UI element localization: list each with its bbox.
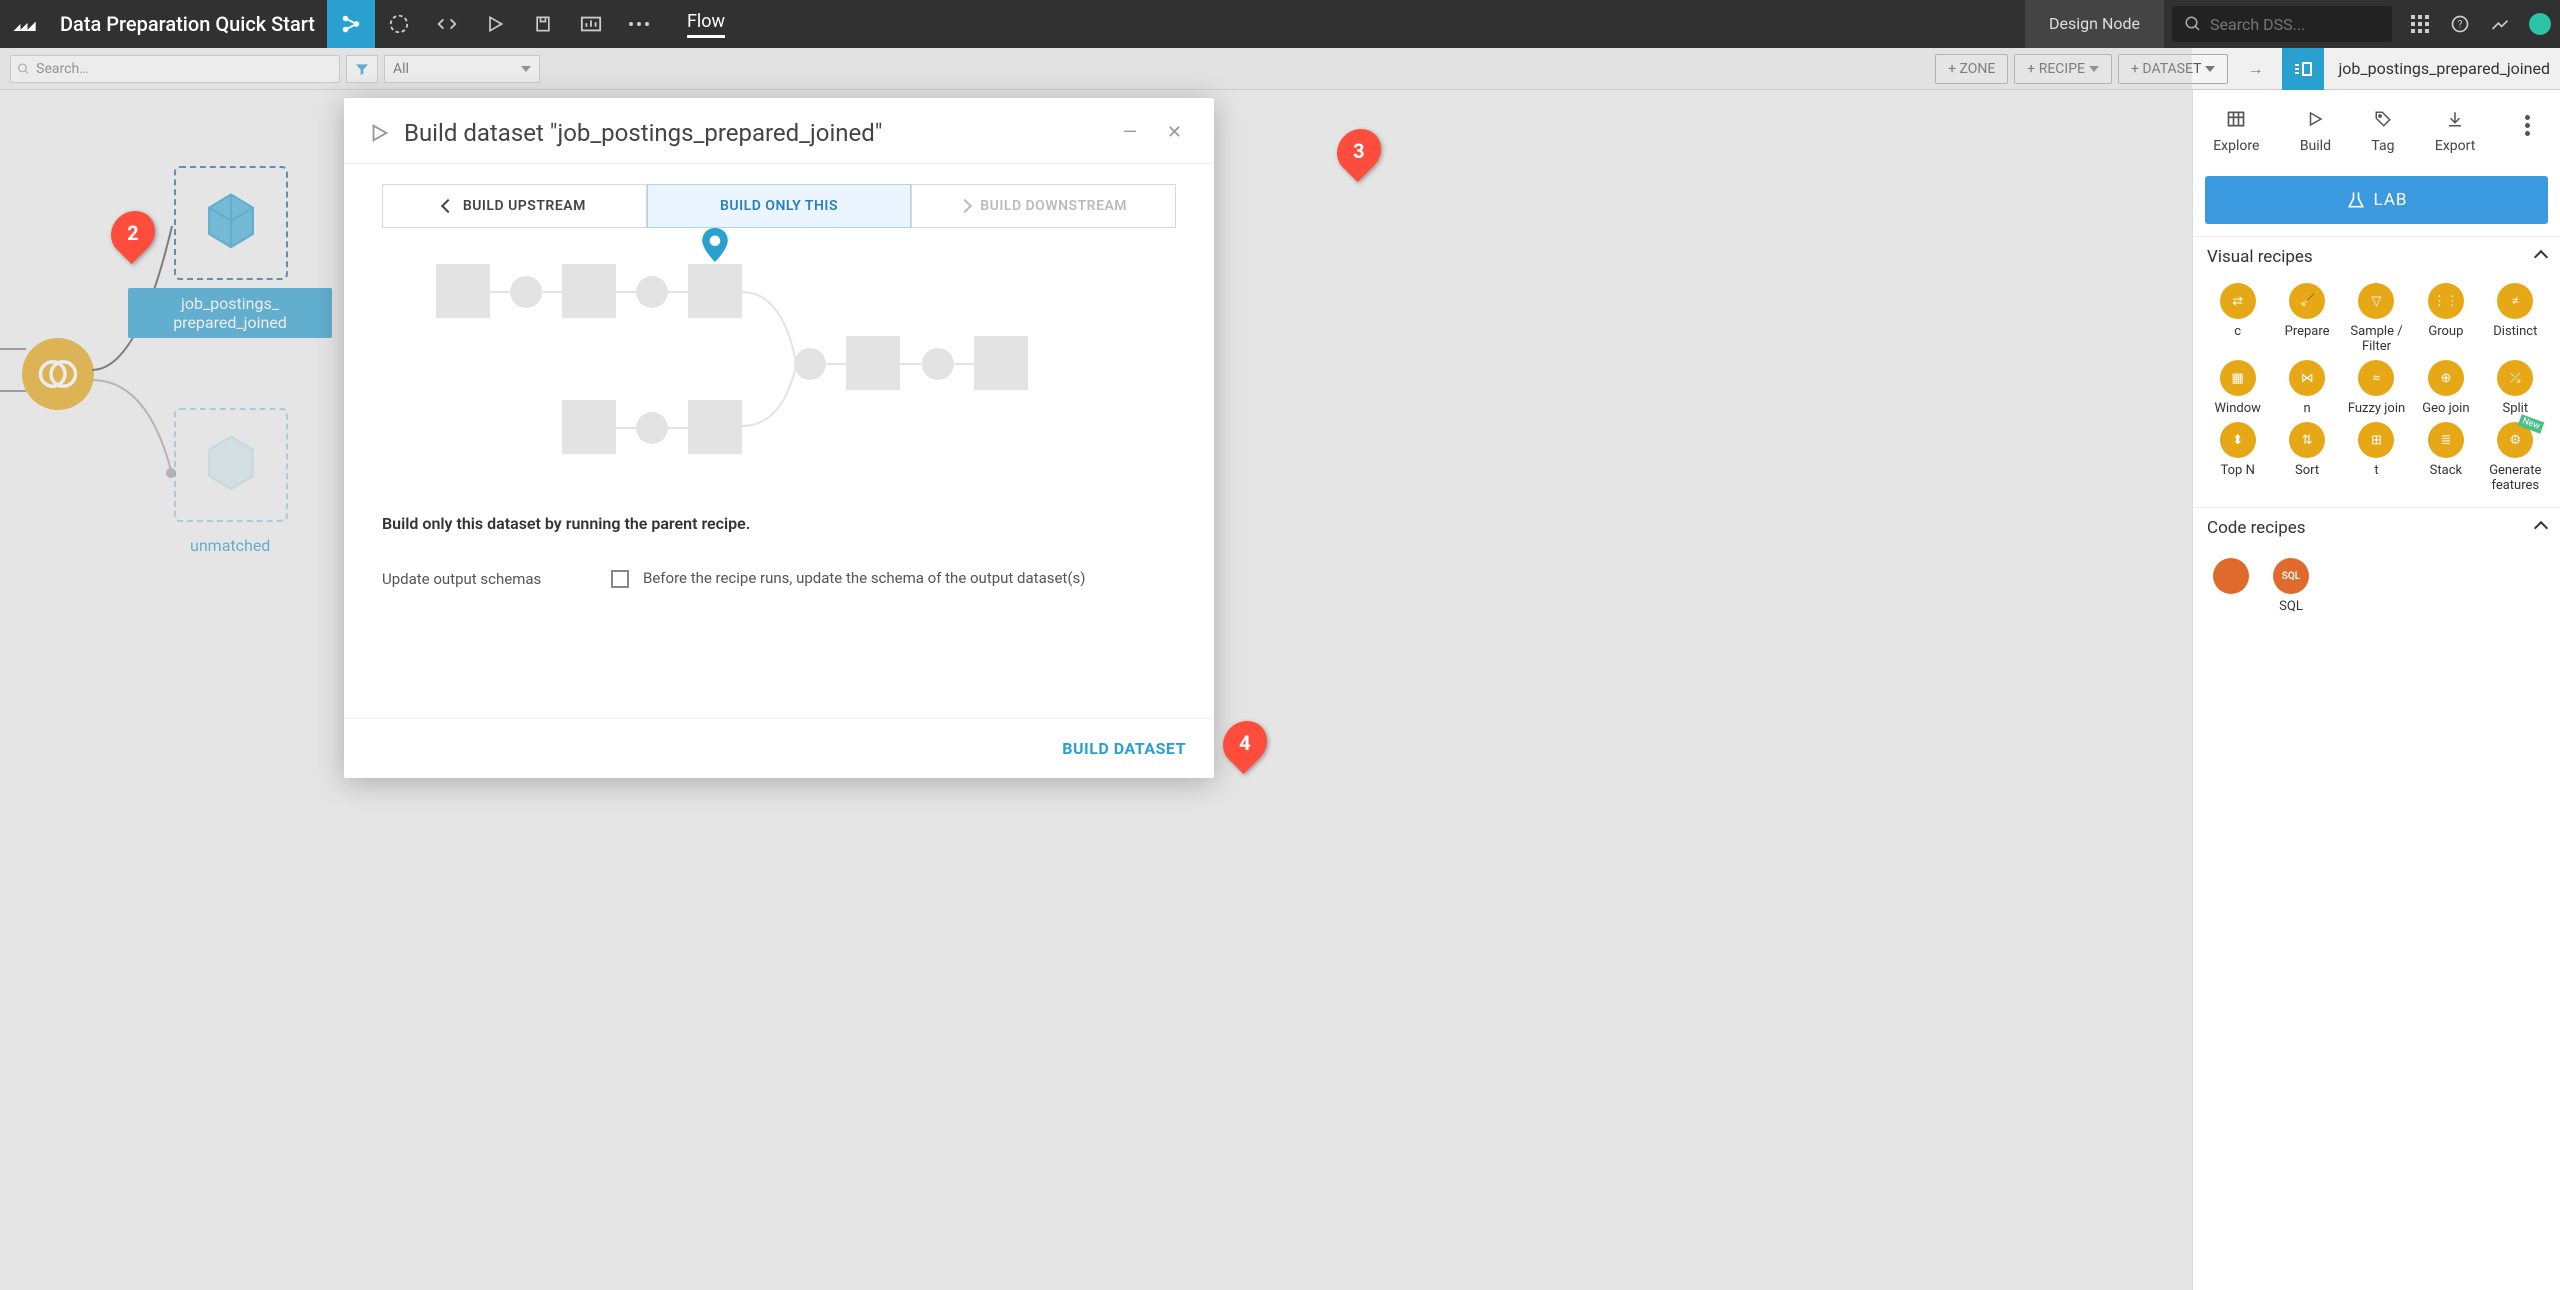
code-recipes-row: SQLSQL — [2193, 548, 2560, 624]
tab-build-upstream[interactable]: BUILD UPSTREAM — [382, 184, 647, 228]
help-icon[interactable]: ? — [2440, 4, 2480, 44]
tab-build-downstream[interactable]: BUILD DOWNSTREAM — [911, 184, 1176, 228]
more-actions[interactable] — [2516, 106, 2540, 144]
recipe-stack[interactable]: ≣Stack — [2411, 422, 2480, 493]
chevron-up-icon — [2534, 521, 2548, 535]
code-recipe-sql[interactable]: SQLSQL — [2273, 558, 2309, 614]
nav-flow-icon[interactable] — [327, 0, 375, 48]
play-icon — [368, 122, 390, 144]
code-recipes-header[interactable]: Code recipes — [2193, 507, 2560, 548]
recipe-group[interactable]: ⋮⋮Group — [2411, 283, 2480, 354]
expand-arrow-icon[interactable]: → — [2234, 48, 2276, 90]
visual-recipes-header[interactable]: Visual recipes — [2193, 236, 2560, 277]
download-icon — [2446, 110, 2464, 128]
explore-action[interactable]: Explore — [2213, 106, 2259, 154]
right-panel: Explore Build Tag Export LAB Visual reci… — [2192, 90, 2560, 1290]
selected-node-name: job_postings_prepared_joined — [2330, 59, 2550, 78]
build-dataset-button[interactable]: BUILD DATASET — [1062, 739, 1186, 758]
update-schemas-desc: Before the recipe runs, update the schem… — [643, 569, 1085, 587]
build-description: Build only this dataset by running the p… — [344, 508, 1214, 539]
modal-title: Build dataset "job_postings_prepared_joi… — [404, 119, 882, 147]
design-node-label[interactable]: Design Node — [2025, 0, 2164, 48]
selected-node-icon[interactable] — [2282, 48, 2324, 90]
tab-build-only-this[interactable]: BUILD ONLY THIS — [647, 184, 912, 228]
global-search[interactable] — [2172, 6, 2392, 42]
tag-action[interactable]: Tag — [2371, 106, 2394, 154]
recipe-topn[interactable]: ⬍Top N — [2203, 422, 2272, 493]
update-schemas-checkbox[interactable] — [611, 570, 629, 588]
grid-icon — [2226, 109, 2246, 129]
export-action[interactable]: Export — [2435, 106, 2475, 154]
nav-code-icon[interactable] — [423, 0, 471, 48]
flow-tab-label[interactable]: Flow — [687, 11, 725, 38]
recipe-fuzzy-join[interactable]: ≈Fuzzy join — [2342, 360, 2411, 416]
recipe-sample[interactable]: ▽Sample / Filter — [2342, 283, 2411, 354]
code-recipe-partial[interactable] — [2213, 558, 2249, 614]
recipe-prepare[interactable]: 🧹Prepare — [2272, 283, 2341, 354]
recipe-sync[interactable]: ⇄c — [2203, 283, 2272, 354]
nav-dashboard-icon[interactable] — [567, 0, 615, 48]
recipe-split[interactable]: ⤰Split — [2481, 360, 2550, 416]
nav-activity-icon[interactable] — [375, 0, 423, 48]
recipe-generate-features[interactable]: ⚙Generate features — [2481, 422, 2550, 493]
nav-save-icon[interactable] — [519, 0, 567, 48]
build-dataset-modal: Build dataset "job_postings_prepared_joi… — [344, 98, 1214, 778]
app-logo[interactable] — [0, 0, 48, 48]
recipe-pivot-partial[interactable]: ⊞t — [2342, 422, 2411, 493]
recipe-distinct[interactable]: ≠Distinct — [2481, 283, 2550, 354]
play-icon — [2306, 110, 2324, 128]
recipe-geo-join[interactable]: ⊕Geo join — [2411, 360, 2480, 416]
apps-icon[interactable] — [2400, 4, 2440, 44]
recipe-join-partial[interactable]: ⋈n — [2272, 360, 2341, 416]
svg-text:?: ? — [2458, 19, 2463, 30]
nav-more-icon[interactable] — [615, 0, 663, 48]
search-icon — [2184, 15, 2202, 33]
tag-icon — [2374, 110, 2392, 128]
update-schemas-label: Update output schemas — [382, 570, 541, 588]
user-avatar-icon[interactable] — [2520, 4, 2560, 44]
caret-down-icon — [2205, 66, 2215, 72]
lab-icon — [2346, 190, 2366, 210]
build-diagram — [344, 228, 1214, 508]
visual-recipes-grid: ⇄c 🧹Prepare ▽Sample / Filter ⋮⋮Group ≠Di… — [2193, 277, 2560, 507]
close-button[interactable]: ✕ — [1159, 118, 1190, 147]
topbar: Data Preparation Quick Start Flow Design… — [0, 0, 2560, 48]
build-mode-tabs: BUILD UPSTREAM BUILD ONLY THIS BUILD DOW… — [344, 164, 1214, 228]
trend-icon[interactable] — [2480, 4, 2520, 44]
recipe-window[interactable]: ▦Window — [2203, 360, 2272, 416]
chevron-left-icon — [441, 199, 455, 213]
pin-icon — [702, 228, 728, 262]
recipe-sort[interactable]: ⇅Sort — [2272, 422, 2341, 493]
build-action[interactable]: Build — [2300, 106, 2331, 154]
project-title[interactable]: Data Preparation Quick Start — [48, 12, 327, 36]
global-search-input[interactable] — [2210, 15, 2370, 34]
lab-button[interactable]: LAB — [2205, 176, 2548, 224]
nav-run-icon[interactable] — [471, 0, 519, 48]
minimize-button[interactable]: — — [1115, 118, 1145, 147]
chevron-up-icon — [2534, 250, 2548, 264]
chevron-right-icon — [958, 199, 972, 213]
